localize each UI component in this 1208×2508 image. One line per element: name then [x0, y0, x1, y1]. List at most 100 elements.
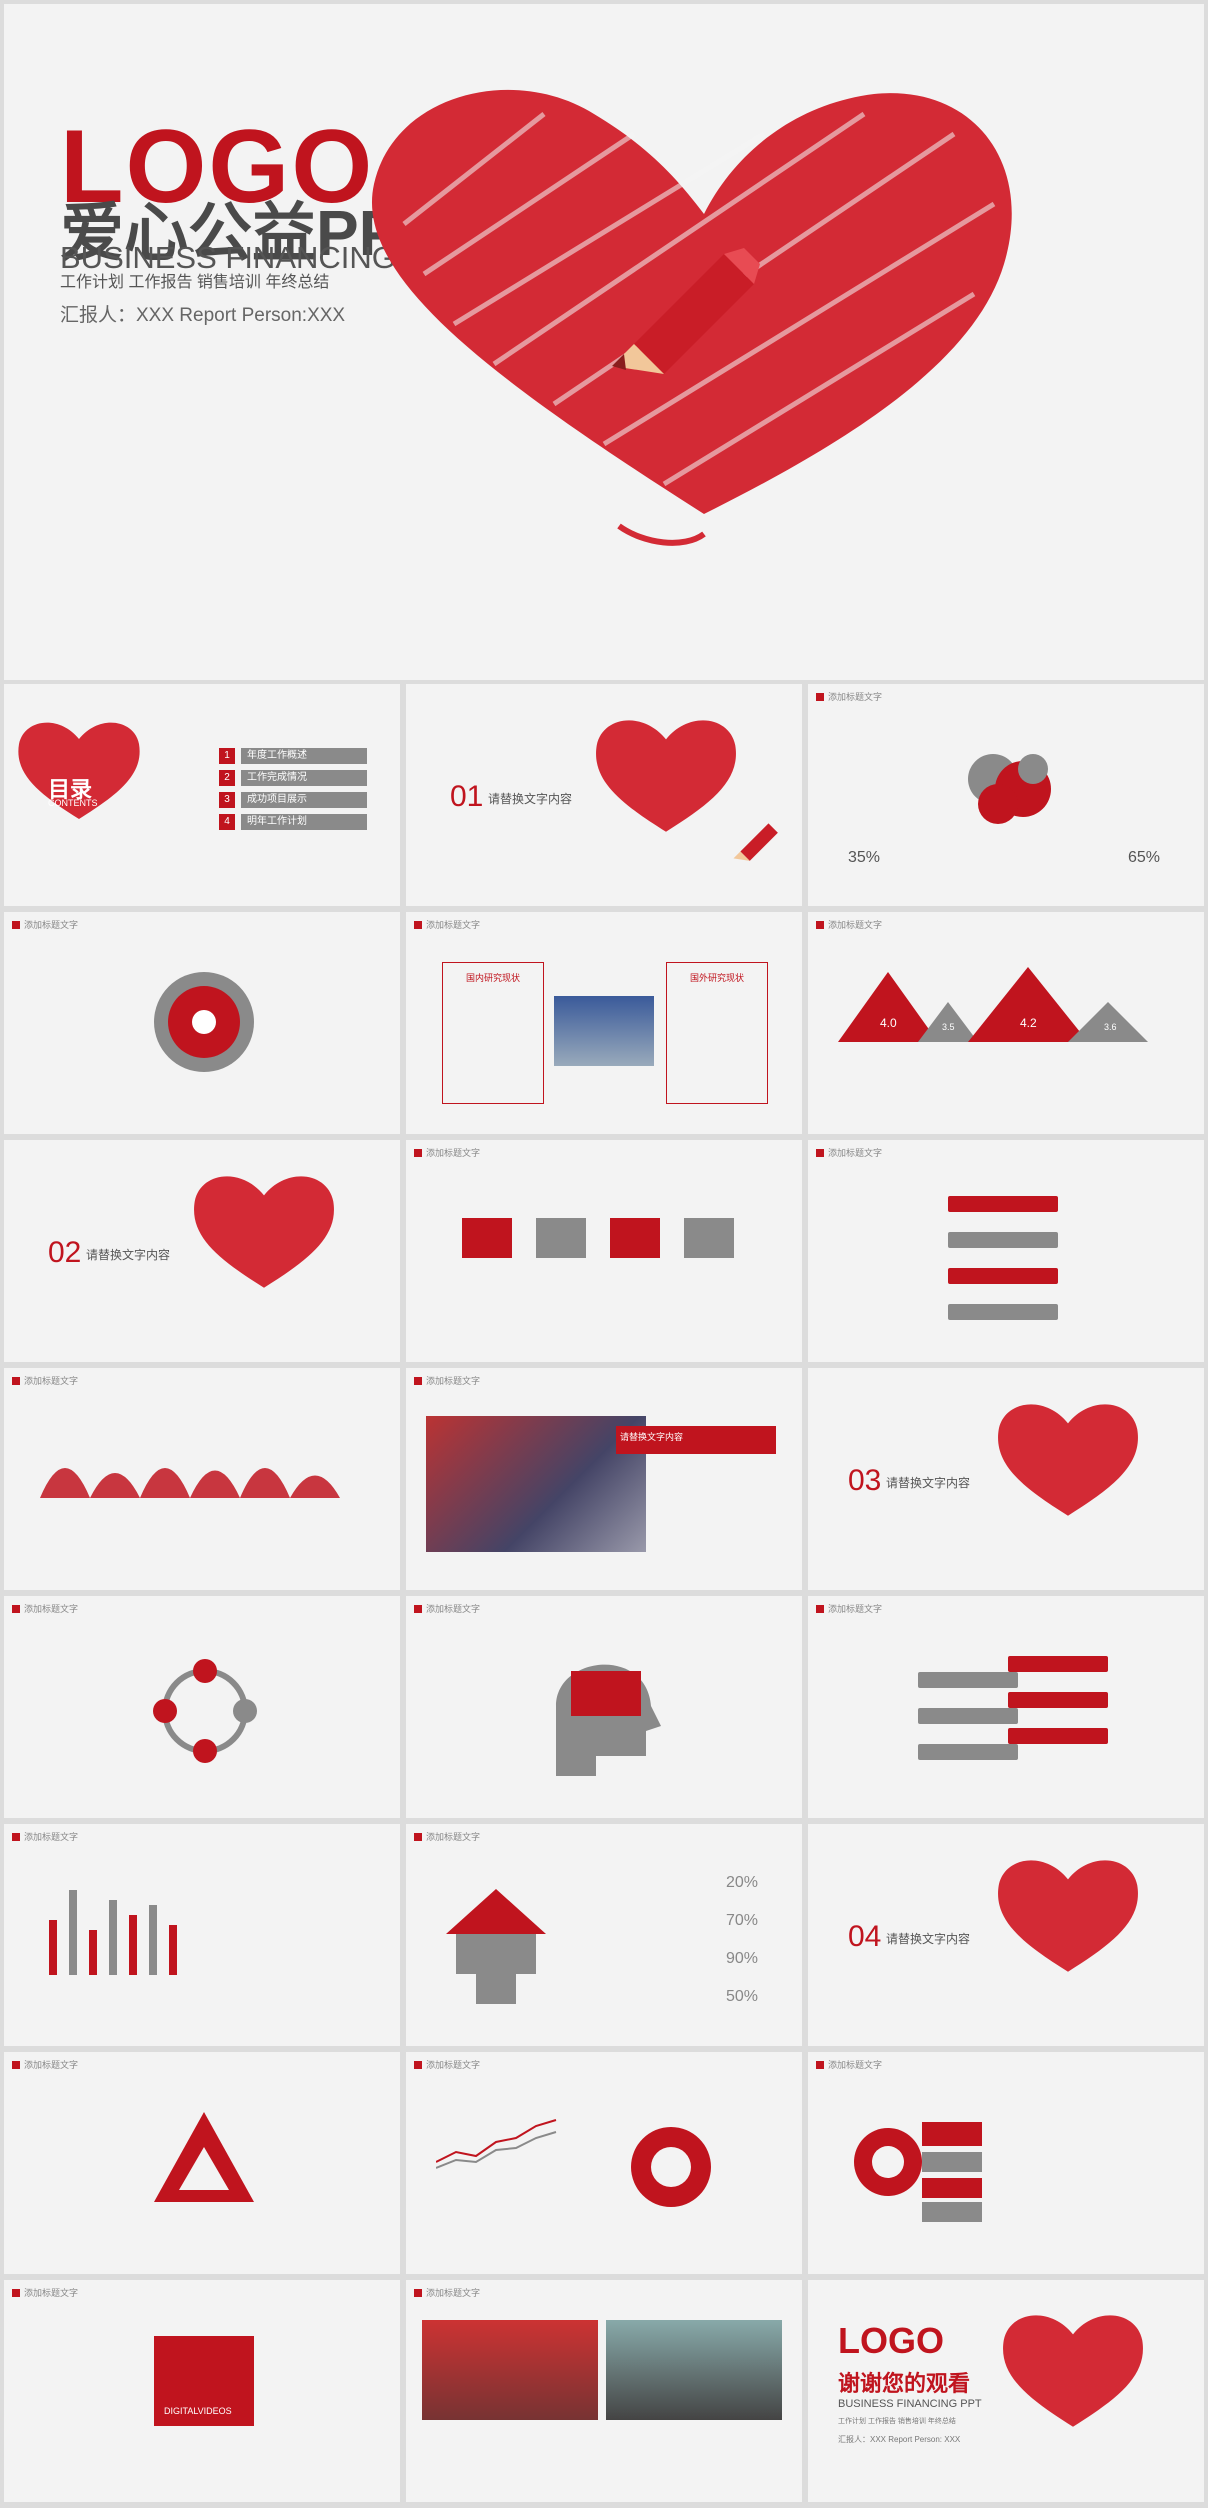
heart-illustration — [194, 1176, 334, 1288]
slide-cycle[interactable]: 添加标题文字 — [4, 1596, 400, 1818]
box-right: 国外研究现状 — [666, 962, 768, 1104]
box-right-title: 国外研究现状 — [689, 973, 744, 983]
slide-closing[interactable]: LOGO 谢谢您的观看 BUSINESS FINANCING PPT 工作计划 … — [808, 2280, 1204, 2502]
slide-mountains[interactable]: 添加标题文字 4.0 3.5 4.2 3.6 — [808, 912, 1204, 1134]
house-percent: 20% — [726, 1874, 759, 1891]
toc-item-label: 成功项目展示 — [241, 792, 367, 808]
box-left-title: 国内研究现状 — [465, 973, 520, 983]
mountain-value: 4.0 — [880, 1016, 897, 1030]
slide-tag: 添加标题文字 — [816, 690, 882, 703]
slide-research-compare[interactable]: 添加标题文字 国内研究现状 国外研究现状 — [406, 912, 802, 1134]
arrow-bar — [1008, 1728, 1108, 1744]
slide-section-01[interactable]: 01 请替换文字内容 — [406, 684, 802, 906]
slide-section-02[interactable]: 02 请替换文字内容 — [4, 1140, 400, 1362]
puzzle-piece-red — [462, 1218, 512, 1258]
slide-toc[interactable]: 目录 CONTENTS 1 年度工作概述 2 工作完成情况 3 成功项目展示 4… — [4, 684, 400, 906]
donut-funnel — [854, 2122, 982, 2222]
bar-chart — [49, 1890, 177, 1975]
mountain-chart — [838, 967, 1148, 1042]
toc-item[interactable]: 1 年度工作概述 — [219, 748, 367, 764]
toc-item-label: 工作完成情况 — [241, 770, 367, 786]
photo-hearts — [554, 996, 654, 1066]
house-icon — [446, 1889, 546, 2004]
slide-tag: 添加标题文字 — [414, 1830, 480, 1843]
radial-diagram — [154, 972, 254, 1072]
toc-list: 1 年度工作概述 2 工作完成情况 3 成功项目展示 4 明年工作计划 — [219, 748, 367, 830]
slide-head-brain[interactable]: 添加标题文字 — [406, 1596, 802, 1818]
heart-illustration — [596, 720, 736, 832]
closing-subtitle: BUSINESS FINANCING PPT — [838, 2398, 982, 2410]
section-label: 请替换文字内容 — [86, 1248, 171, 1262]
event-photo — [606, 2320, 782, 2420]
arrow-bar — [948, 1196, 1058, 1212]
arrow-bar — [948, 1304, 1058, 1320]
toc-item-label: 明年工作计划 — [241, 814, 367, 830]
slide-stacked-arrows[interactable]: 添加标题文字 — [808, 1596, 1204, 1818]
pencil-illustration — [612, 248, 760, 374]
slide-tag: 添加标题文字 — [816, 2058, 882, 2071]
slide-tag: 添加标题文字 — [816, 1146, 882, 1159]
slide-triangle[interactable]: 添加标题文字 — [4, 2052, 400, 2274]
slide-tag: 添加标题文字 — [414, 2286, 480, 2299]
box-left: 国内研究现状 — [442, 962, 544, 1104]
slide-house-percent[interactable]: 添加标题文字 20% 70% 90% 50% — [406, 1824, 802, 2046]
toc-subtitle: CONTENTS — [48, 798, 98, 808]
slide-tag: 添加标题文字 — [414, 1602, 480, 1615]
section-number: 04 — [848, 1920, 882, 1953]
slide-tag: 添加标题文字 — [414, 1374, 480, 1387]
slide-line-chart[interactable]: 添加标题文字 — [406, 2052, 802, 2274]
digital-label: DIGITALVIDEOS — [164, 2406, 232, 2416]
section-number: 03 — [848, 1464, 882, 1497]
house-percent: 70% — [726, 1912, 759, 1929]
slide-puzzle[interactable]: 添加标题文字 — [406, 1140, 802, 1362]
arrow-bar — [1008, 1692, 1108, 1708]
triangle-diagram — [154, 2112, 254, 2202]
event-photo — [422, 2320, 598, 2420]
slide-brain-percent[interactable]: 添加标题文字 35% 65% — [808, 684, 1204, 906]
arrow-bar — [948, 1232, 1058, 1248]
slide-thumbnail-grid: 目录 CONTENTS 1 年度工作概述 2 工作完成情况 3 成功项目展示 4… — [4, 684, 1204, 2504]
slide-radial-chart[interactable]: 添加标题文字 — [4, 912, 400, 1134]
toc-item[interactable]: 4 明年工作计划 — [219, 814, 367, 830]
slide-digital[interactable]: 添加标题文字 DIGITALVIDEOS — [4, 2280, 400, 2502]
arrow-bar — [1008, 1656, 1108, 1672]
section-number: 01 — [450, 780, 484, 813]
slide-tag: 添加标题文字 — [12, 2286, 78, 2299]
toc-item-label: 年度工作概述 — [241, 748, 367, 764]
puzzle-piece-red — [610, 1218, 660, 1258]
slide-photo-banner[interactable]: 添加标题文字 请替换文字内容 — [406, 1368, 802, 1590]
closing-logo: LOGO — [838, 2320, 944, 2361]
slide-tag: 添加标题文字 — [12, 918, 78, 931]
toc-item[interactable]: 3 成功项目展示 — [219, 792, 367, 808]
house-percent: 90% — [726, 1950, 759, 1967]
cloud-bubbles-icon — [968, 754, 1051, 824]
slide-bar-chart[interactable]: 添加标题文字 — [4, 1824, 400, 2046]
slide-section-04[interactable]: 04 请替换文字内容 — [808, 1824, 1204, 2046]
toc-item-number: 3 — [219, 792, 235, 808]
toc-item-number: 1 — [219, 748, 235, 764]
slide-section-03[interactable]: 03 请替换文字内容 — [808, 1368, 1204, 1590]
percent-left: 35% — [848, 849, 881, 866]
toc-item[interactable]: 2 工作完成情况 — [219, 770, 367, 786]
slide-arrows[interactable]: 添加标题文字 — [808, 1140, 1204, 1362]
slide-pins[interactable]: 添加标题文字 — [4, 1368, 400, 1590]
arrow-bar — [918, 1708, 1018, 1724]
closing-title: 谢谢您的观看 — [838, 2371, 971, 2396]
section-number: 02 — [48, 1236, 82, 1269]
toc-item-number: 2 — [219, 770, 235, 786]
section-label: 请替换文字内容 — [886, 1476, 971, 1490]
title-slide[interactable]: LOGO 爱心公益PPT BUSINESS FINANCING PPT 工作计划… — [4, 4, 1204, 680]
slide-tag: 添加标题文字 — [816, 1602, 882, 1615]
wheel-diagram — [631, 2127, 711, 2207]
volunteer-photo — [426, 1416, 646, 1552]
slide-tag: 添加标题文字 — [12, 2058, 78, 2071]
section-label: 请替换文字内容 — [886, 1932, 971, 1946]
slide-event-photos[interactable]: 添加标题文字 — [406, 2280, 802, 2502]
slide-tag: 添加标题文字 — [12, 1602, 78, 1615]
pin-chart — [40, 1468, 340, 1498]
slide-funnel[interactable]: 添加标题文字 — [808, 2052, 1204, 2274]
mountain-value: 3.6 — [1104, 1022, 1117, 1032]
section-label: 请替换文字内容 — [488, 792, 573, 806]
toc-item-number: 4 — [219, 814, 235, 830]
line-chart — [436, 2119, 557, 2169]
